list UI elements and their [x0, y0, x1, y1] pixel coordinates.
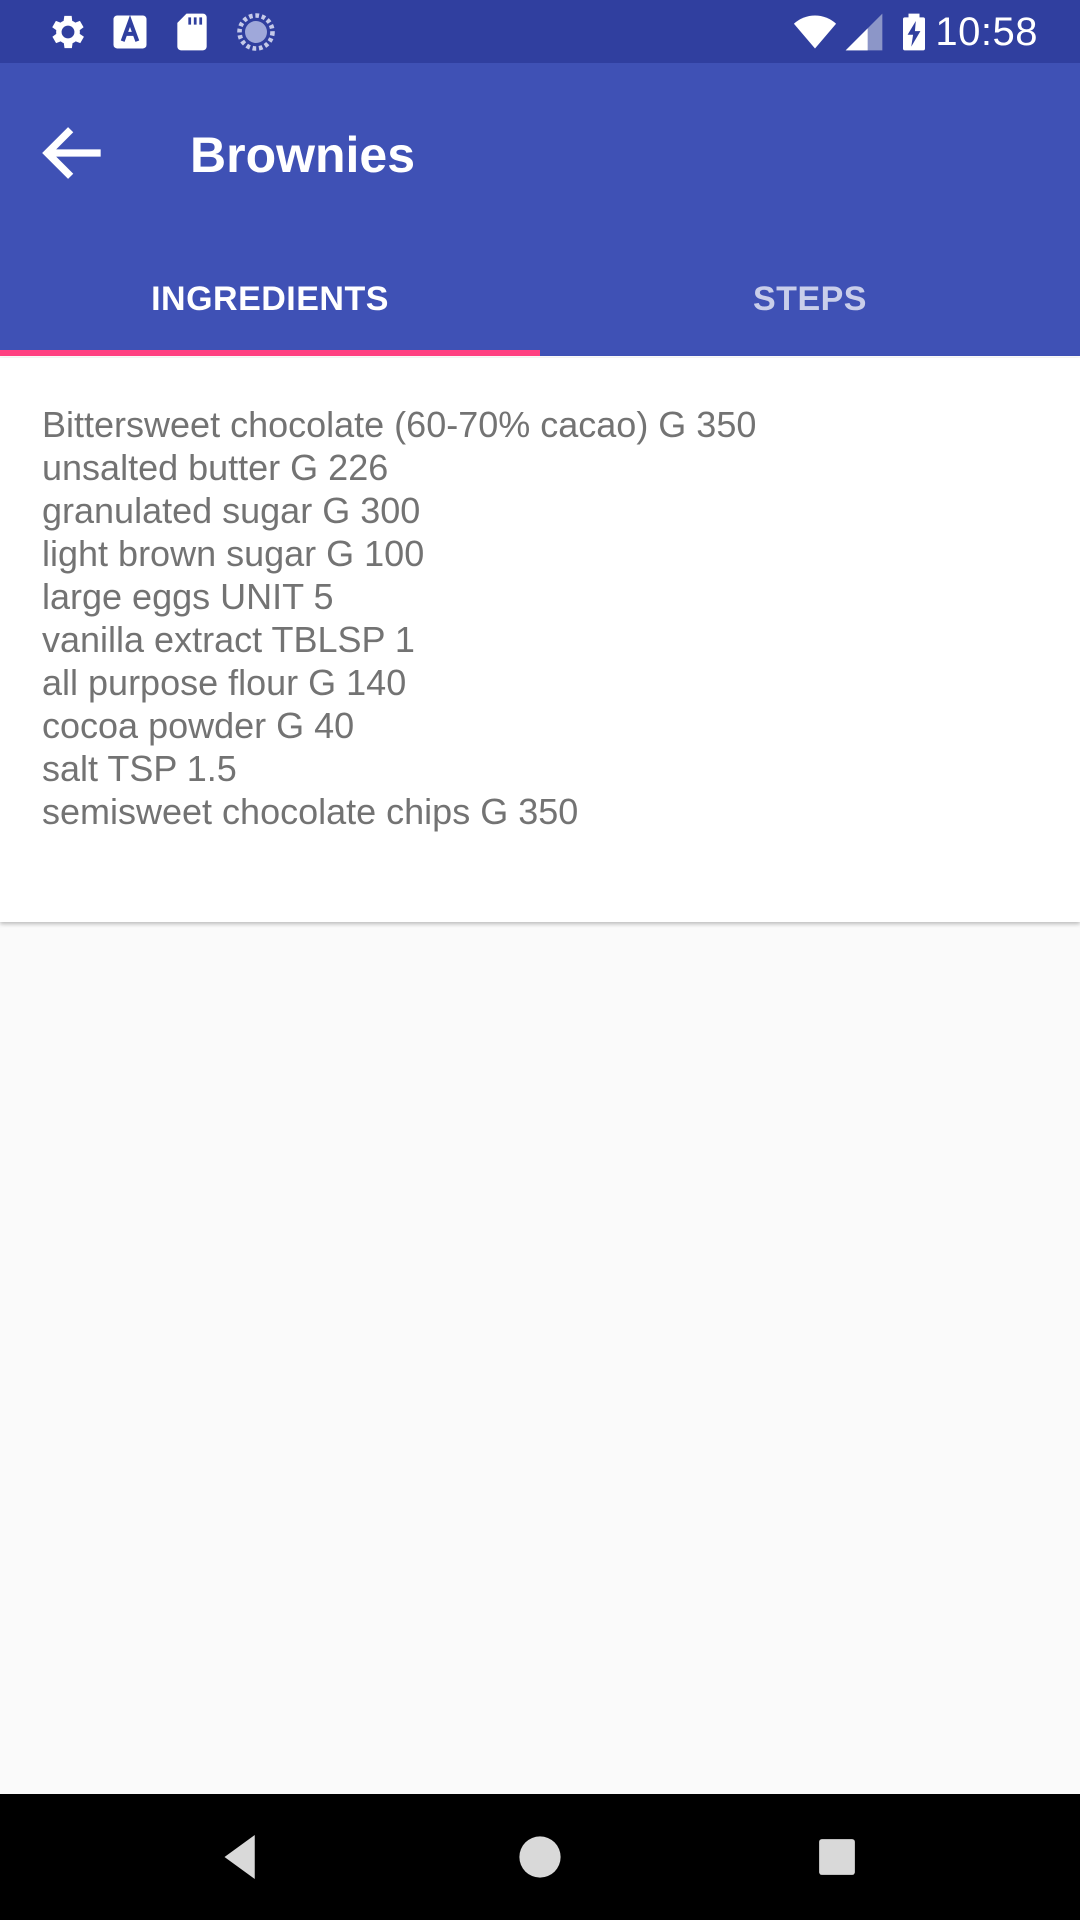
navigation-bar — [0, 1794, 1080, 1920]
tab-ingredients-label: INGREDIENTS — [151, 280, 389, 318]
list-item: salt TSP 1.5 — [42, 748, 237, 789]
tab-steps[interactable]: STEPS — [540, 263, 1080, 356]
sd-card-icon — [177, 13, 207, 51]
arrow-left-icon[interactable] — [34, 113, 114, 193]
status-time: 10:58 — [935, 10, 1038, 54]
list-item: unsalted butter G 226 — [42, 447, 389, 488]
list-item: semisweet chocolate chips G 350 — [42, 791, 579, 832]
tab-indicator — [0, 350, 540, 356]
sync-icon — [237, 13, 275, 51]
list-item: vanilla extract TBLSP 1 — [42, 619, 415, 660]
tab-steps-label: STEPS — [753, 280, 867, 318]
back-triangle-icon[interactable] — [208, 1824, 274, 1890]
list-item: light brown sugar G 100 — [42, 533, 425, 574]
home-circle-icon[interactable] — [507, 1824, 573, 1890]
app-bar: Brownies INGREDIENTS STEPS — [0, 63, 1080, 356]
list-item: granulated sugar G 300 — [42, 490, 421, 531]
list-item: large eggs UNIT 5 — [42, 576, 334, 617]
tab-ingredients[interactable]: INGREDIENTS — [0, 263, 540, 356]
settings-icon — [52, 15, 84, 49]
status-bar: 10:58 — [0, 0, 1080, 63]
list-item: cocoa powder G 40 — [42, 705, 355, 746]
font-a-icon — [113, 15, 147, 49]
recents-square-icon[interactable] — [804, 1824, 870, 1890]
list-item: Bittersweet chocolate (60-70% cacao) G 3… — [42, 404, 757, 445]
tab-bar: INGREDIENTS STEPS — [0, 263, 1080, 356]
cell-signal-icon — [845, 13, 883, 51]
ingredients-card: Bittersweet chocolate (60-70% cacao) G 3… — [0, 358, 1080, 922]
wifi-icon — [793, 15, 837, 49]
list-item: all purpose flour G 140 — [42, 662, 407, 703]
page-title: Brownies — [190, 127, 416, 183]
ingredients-list: Bittersweet chocolate (60-70% cacao) G 3… — [42, 403, 756, 833]
battery-charging-icon — [903, 13, 925, 51]
